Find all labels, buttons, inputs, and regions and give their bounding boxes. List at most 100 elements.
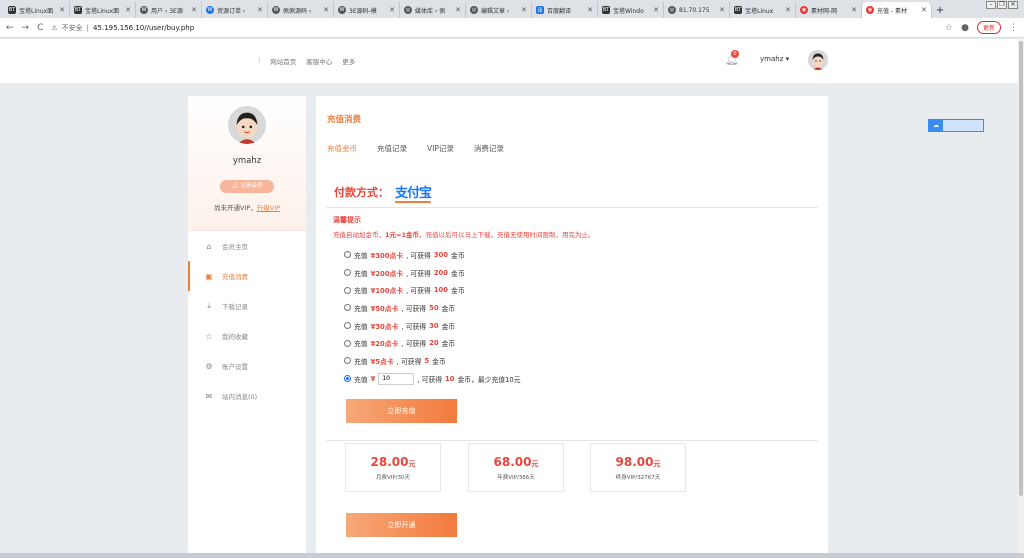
sidebar-menu: ⌂ 会员主页 ▣ 充值消费 ⤓ 下载记录 ☆ 我的收藏 ⚙ 账户设置 ✉ 站内消息(0) xyxy=(188,231,306,411)
option-card: ¥300点卡 xyxy=(370,251,404,260)
upgrade-vip-link[interactable]: 升级VIP xyxy=(257,204,280,212)
close-icon[interactable]: ✕ xyxy=(455,6,461,14)
bookmark-star-icon[interactable]: ☆ xyxy=(945,23,953,33)
address-bar-actions: ☆ ● 更新 ⋮ xyxy=(945,21,1018,34)
radio-button[interactable] xyxy=(344,286,351,294)
menu-dots-icon[interactable]: ⋮ xyxy=(1009,23,1018,33)
close-icon[interactable]: ✕ xyxy=(851,6,857,14)
sidebar-item-downloads[interactable]: ⤓ 下载记录 xyxy=(188,291,306,321)
close-icon[interactable]: ✕ xyxy=(191,6,197,14)
recharge-option[interactable]: 充值 ¥300点卡, 可获得 300 金币 xyxy=(344,246,521,264)
close-icon[interactable]: ✕ xyxy=(653,6,659,14)
payment-method-label: 付款方式： xyxy=(334,185,389,199)
alipay-logo[interactable]: 支付宝 xyxy=(395,182,432,203)
browser-tab[interactable]: BT 宝塔Linux面 ✕ xyxy=(4,2,70,18)
browser-tab[interactable]: W 佩佩源码 ‹ ✕ xyxy=(268,2,334,18)
close-icon[interactable]: ✕ xyxy=(125,6,131,14)
page-scrollbar[interactable] xyxy=(1018,39,1024,553)
radio-button[interactable] xyxy=(344,251,351,259)
vip-card-yearly[interactable]: 68.00元 年费VIP/366天 xyxy=(468,443,564,492)
recharge-option[interactable]: 充值 ¥200点卡, 可获得 200 金币 xyxy=(344,264,521,282)
profile-icon[interactable]: ● xyxy=(961,23,969,33)
reload-icon[interactable]: C xyxy=(37,23,43,33)
option-card: ¥20点卡 xyxy=(370,340,399,349)
update-button[interactable]: 更新 xyxy=(976,21,1001,34)
new-tab-button[interactable]: + xyxy=(932,2,948,18)
nav-separator: | xyxy=(258,56,261,64)
radio-button[interactable] xyxy=(344,357,351,365)
tab-recharge-records[interactable]: 充值记录 xyxy=(377,143,407,154)
browser-tab[interactable]: W 资源订单 ‹ ✕ xyxy=(202,2,268,18)
os-taskbar xyxy=(0,553,1024,558)
browser-tab[interactable]: BT 宝塔Linux ✕ xyxy=(730,2,796,18)
close-icon[interactable]: ✕ xyxy=(587,6,593,14)
recharge-option-custom[interactable]: 充值¥ , 可获得10金币，最少充值10元 xyxy=(344,370,521,388)
bt-favicon-icon: BT xyxy=(74,6,82,14)
radio-button[interactable] xyxy=(344,339,351,347)
option-card: ¥50点卡 xyxy=(370,304,399,313)
url-field[interactable]: ⚠ 不安全 | 45.195.156.10//user/buy.php xyxy=(51,23,194,33)
recharge-option[interactable]: 充值 ¥30点卡, 可获得 30 金币 xyxy=(344,317,521,335)
back-arrow-icon[interactable]: ← xyxy=(6,23,14,33)
browser-tab[interactable]: BT 宝塔Linux面 ✕ xyxy=(70,2,136,18)
vip-card-monthly[interactable]: 28.00元 月费VIP/30天 xyxy=(345,443,441,492)
home-icon: ⌂ xyxy=(206,241,212,251)
sidebar-item-recharge[interactable]: ▣ 充值消费 xyxy=(188,261,306,291)
vip-desc: 月费VIP/30天 xyxy=(375,475,411,481)
browser-tab[interactable]: 译百度翻译 ✕ xyxy=(532,2,598,18)
radio-button[interactable] xyxy=(344,322,351,330)
close-icon[interactable]: ✕ xyxy=(59,6,65,14)
radio-button[interactable] xyxy=(344,304,351,312)
forward-arrow-icon[interactable]: → xyxy=(22,23,30,33)
browser-tab[interactable]: ◉ 素材网-网 ✕ xyxy=(796,2,862,18)
tab-label: 媒体库 ‹ 佩 xyxy=(415,7,446,15)
browser-tab[interactable]: ◎ 81.70.175 ✕ xyxy=(664,2,730,18)
bell-icon[interactable]: 🔔︎ 0 xyxy=(725,50,739,66)
scrollbar-thumb[interactable] xyxy=(1019,41,1023,496)
recharge-option[interactable]: 充值 ¥50点卡, 可获得 50 金币 xyxy=(344,299,521,317)
notification-badge: 0 xyxy=(731,50,739,58)
minimize-icon[interactable]: – xyxy=(986,1,996,9)
close-icon[interactable]: ✕ xyxy=(719,6,725,14)
radio-button[interactable] xyxy=(344,269,351,277)
close-icon[interactable]: ✕ xyxy=(521,6,527,14)
recharge-button[interactable]: 立即充值 xyxy=(346,399,457,423)
open-vip-button[interactable]: 立即开通 xyxy=(346,513,457,537)
tab-vip-records[interactable]: VIP记录 xyxy=(427,143,454,154)
close-icon[interactable]: ✕ xyxy=(257,6,263,14)
nav-more-link[interactable]: 更多 xyxy=(342,56,355,66)
custom-amount-input[interactable] xyxy=(378,372,415,385)
tab-recharge-coins[interactable]: 充值金币 xyxy=(327,143,357,154)
browser-tab[interactable]: W 3E源码-模 ✕ xyxy=(334,2,400,18)
recharge-option[interactable]: 充值 ¥5点卡, 可获得 5 金币 xyxy=(344,352,521,370)
option-prefix: 充值 xyxy=(354,357,368,366)
floating-widget[interactable]: ☁ xyxy=(928,119,984,132)
browser-tab-active[interactable]: ◉ 充值 - 素材 ✕ xyxy=(862,2,932,18)
close-icon[interactable]: ✕ xyxy=(389,6,395,14)
sidebar-item-messages[interactable]: ✉ 站内消息(0) xyxy=(188,381,306,411)
vip-card-lifetime[interactable]: 98.00元 终身VIP/32767天 xyxy=(590,443,686,492)
tab-spend-records[interactable]: 消费记录 xyxy=(474,143,504,154)
option-coins: 30 xyxy=(429,321,439,330)
browser-tab[interactable]: ◎ 编辑文章 ‹ ✕ xyxy=(466,2,532,18)
window-close-icon[interactable]: ✕ xyxy=(1008,1,1018,9)
browser-tab[interactable]: BT 宝塔Windo ✕ xyxy=(598,2,664,18)
vip-price-unit: 元 xyxy=(653,460,661,468)
recharge-option[interactable]: 充值 ¥20点卡, 可获得 20 金币 xyxy=(344,334,521,352)
close-icon[interactable]: ✕ xyxy=(785,6,791,14)
restore-icon[interactable]: ❐ xyxy=(997,1,1007,9)
close-icon[interactable]: ✕ xyxy=(921,6,927,14)
user-menu[interactable]: ymahz ▾ xyxy=(760,55,789,63)
avatar[interactable] xyxy=(808,50,828,70)
option-suffix: 金币 xyxy=(432,357,446,366)
recharge-option[interactable]: 充值 ¥100点卡, 可获得 100 金币 xyxy=(344,281,521,299)
sidebar-item-favorites[interactable]: ☆ 我的收藏 xyxy=(188,321,306,351)
close-icon[interactable]: ✕ xyxy=(323,6,329,14)
browser-tab[interactable]: ◎ 媒体库 ‹ 佩 ✕ xyxy=(400,2,466,18)
browser-tab[interactable]: W 用户 ‹ 3E源 ✕ xyxy=(136,2,202,18)
radio-button-selected[interactable] xyxy=(344,375,351,383)
nav-service-link[interactable]: 客服中心 xyxy=(306,56,332,66)
sidebar-item-home[interactable]: ⌂ 会员主页 xyxy=(188,231,306,261)
sidebar-item-settings[interactable]: ⚙ 账户设置 xyxy=(188,351,306,381)
nav-home-link[interactable]: 网站首页 xyxy=(270,56,296,66)
